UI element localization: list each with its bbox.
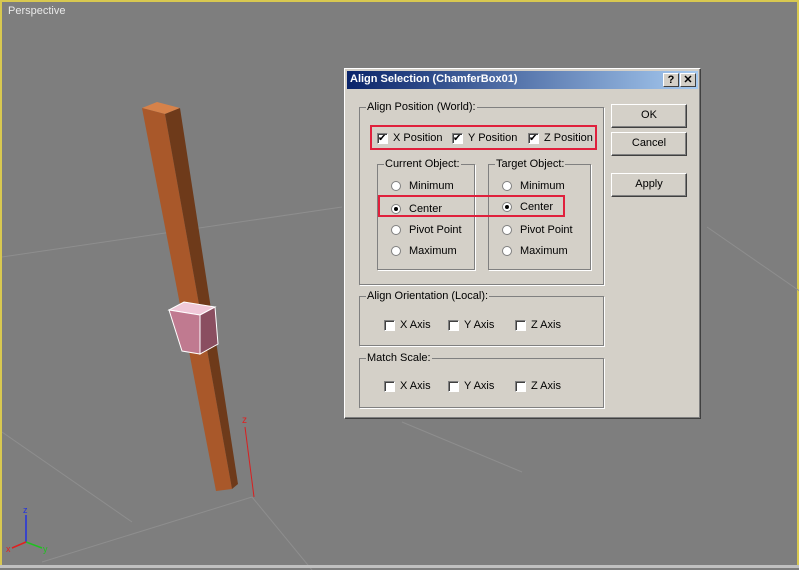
checkbox-icon: [384, 380, 395, 392]
checkbox-label: Y Axis: [464, 380, 495, 392]
radio-icon: [391, 181, 401, 191]
radio-selected-icon: [502, 202, 512, 212]
current-object-label: Current Object:: [384, 158, 461, 170]
checkbox-label: Z Axis: [531, 319, 561, 331]
gizmo-x-label: x: [6, 544, 11, 554]
radio-icon: [391, 225, 401, 235]
apply-button[interactable]: Apply: [611, 173, 687, 197]
checkbox-icon: [515, 319, 526, 331]
checkbox-icon: [384, 319, 395, 331]
radio-icon: [391, 246, 401, 256]
radio-icon: [502, 246, 512, 256]
align-position-label: Align Position (World):: [366, 101, 477, 113]
radio-selected-icon: [391, 204, 401, 214]
z-position-label: Z Position: [544, 132, 593, 144]
scale-z-checkbox[interactable]: Z Axis: [515, 380, 561, 392]
y-position-label: Y Position: [468, 132, 518, 144]
scale-x-checkbox[interactable]: X Axis: [384, 380, 431, 392]
checkbox-label: Y Axis: [464, 319, 495, 331]
grid-line: [706, 226, 799, 292]
radio-label: Pivot Point: [409, 224, 462, 236]
transform-axis: z: [242, 415, 255, 498]
checkbox-label: Z Axis: [531, 380, 561, 392]
scale-y-checkbox[interactable]: Y Axis: [448, 380, 494, 392]
current-object-group: Current Object: Minimum Center Pivot Poi…: [377, 158, 475, 270]
match-scale-group: Match Scale: X Axis Y Axis Z Axis: [359, 352, 604, 408]
world-axis-gizmo-icon: z y x: [6, 505, 48, 554]
help-button[interactable]: ?: [663, 73, 679, 87]
target-center-radio[interactable]: Center: [502, 201, 553, 213]
radio-label: Minimum: [520, 180, 565, 192]
z-position-checkbox[interactable]: Z Position: [528, 132, 593, 144]
checkbox-icon: [448, 380, 459, 392]
y-position-check-icon: [452, 132, 463, 144]
orientation-x-checkbox[interactable]: X Axis: [384, 319, 431, 331]
y-position-checkbox[interactable]: Y Position: [452, 132, 517, 144]
current-minimum-radio[interactable]: Minimum: [391, 180, 454, 192]
dialog-title: Align Selection (ChamferBox01): [350, 73, 518, 85]
gizmo-z-label: z: [23, 505, 28, 515]
grid-line: [401, 421, 523, 473]
checkbox-icon: [448, 319, 459, 331]
align-orientation-group: Align Orientation (Local): X Axis Y Axis…: [359, 290, 604, 346]
grid-line: [2, 431, 133, 523]
checkbox-label: X Axis: [400, 319, 431, 331]
current-pivot-point-radio[interactable]: Pivot Point: [391, 224, 462, 236]
x-position-checkbox[interactable]: X Position: [377, 132, 443, 144]
match-scale-label: Match Scale:: [366, 352, 432, 364]
target-object-label: Target Object:: [495, 158, 566, 170]
z-position-check-icon: [528, 132, 539, 144]
target-object-group: Target Object: Minimum Center Pivot Poin…: [488, 158, 591, 270]
gizmo-y-label: y: [43, 544, 48, 554]
close-button[interactable]: ✕: [680, 73, 696, 87]
radio-label: Maximum: [520, 245, 568, 257]
current-center-radio[interactable]: Center: [391, 203, 442, 215]
align-position-group: Align Position (World): X Position Y Pos…: [359, 101, 604, 285]
radio-label: Center: [409, 203, 443, 215]
target-pivot-point-radio[interactable]: Pivot Point: [502, 224, 573, 236]
radio-label: Pivot Point: [520, 224, 573, 236]
ok-button[interactable]: OK: [611, 104, 687, 128]
grid-line: [41, 496, 253, 563]
cancel-button[interactable]: Cancel: [611, 132, 687, 156]
checkbox-label: X Axis: [400, 380, 431, 392]
x-position-label: X Position: [393, 132, 443, 144]
orientation-y-checkbox[interactable]: Y Axis: [448, 319, 494, 331]
axis-z-label: z: [242, 415, 247, 426]
align-orientation-label: Align Orientation (Local):: [366, 290, 490, 302]
radio-label: Maximum: [409, 245, 457, 257]
radio-icon: [502, 225, 512, 235]
align-selection-dialog: Align Selection (ChamferBox01) ? ✕ Align…: [344, 68, 701, 419]
grid-line: [251, 496, 313, 570]
checkbox-icon: [515, 380, 526, 392]
orientation-z-checkbox[interactable]: Z Axis: [515, 319, 561, 331]
radio-label: Center: [520, 201, 554, 213]
viewport-label[interactable]: Perspective: [8, 5, 65, 17]
radio-icon: [502, 181, 512, 191]
chamfer-box[interactable]: [167, 301, 219, 355]
dialog-titlebar[interactable]: Align Selection (ChamferBox01) ? ✕: [347, 71, 698, 89]
x-position-check-icon: [377, 132, 388, 144]
current-maximum-radio[interactable]: Maximum: [391, 245, 457, 257]
target-maximum-radio[interactable]: Maximum: [502, 245, 568, 257]
wooden-rod[interactable]: [142, 102, 238, 491]
radio-label: Minimum: [409, 180, 454, 192]
target-minimum-radio[interactable]: Minimum: [502, 180, 565, 192]
